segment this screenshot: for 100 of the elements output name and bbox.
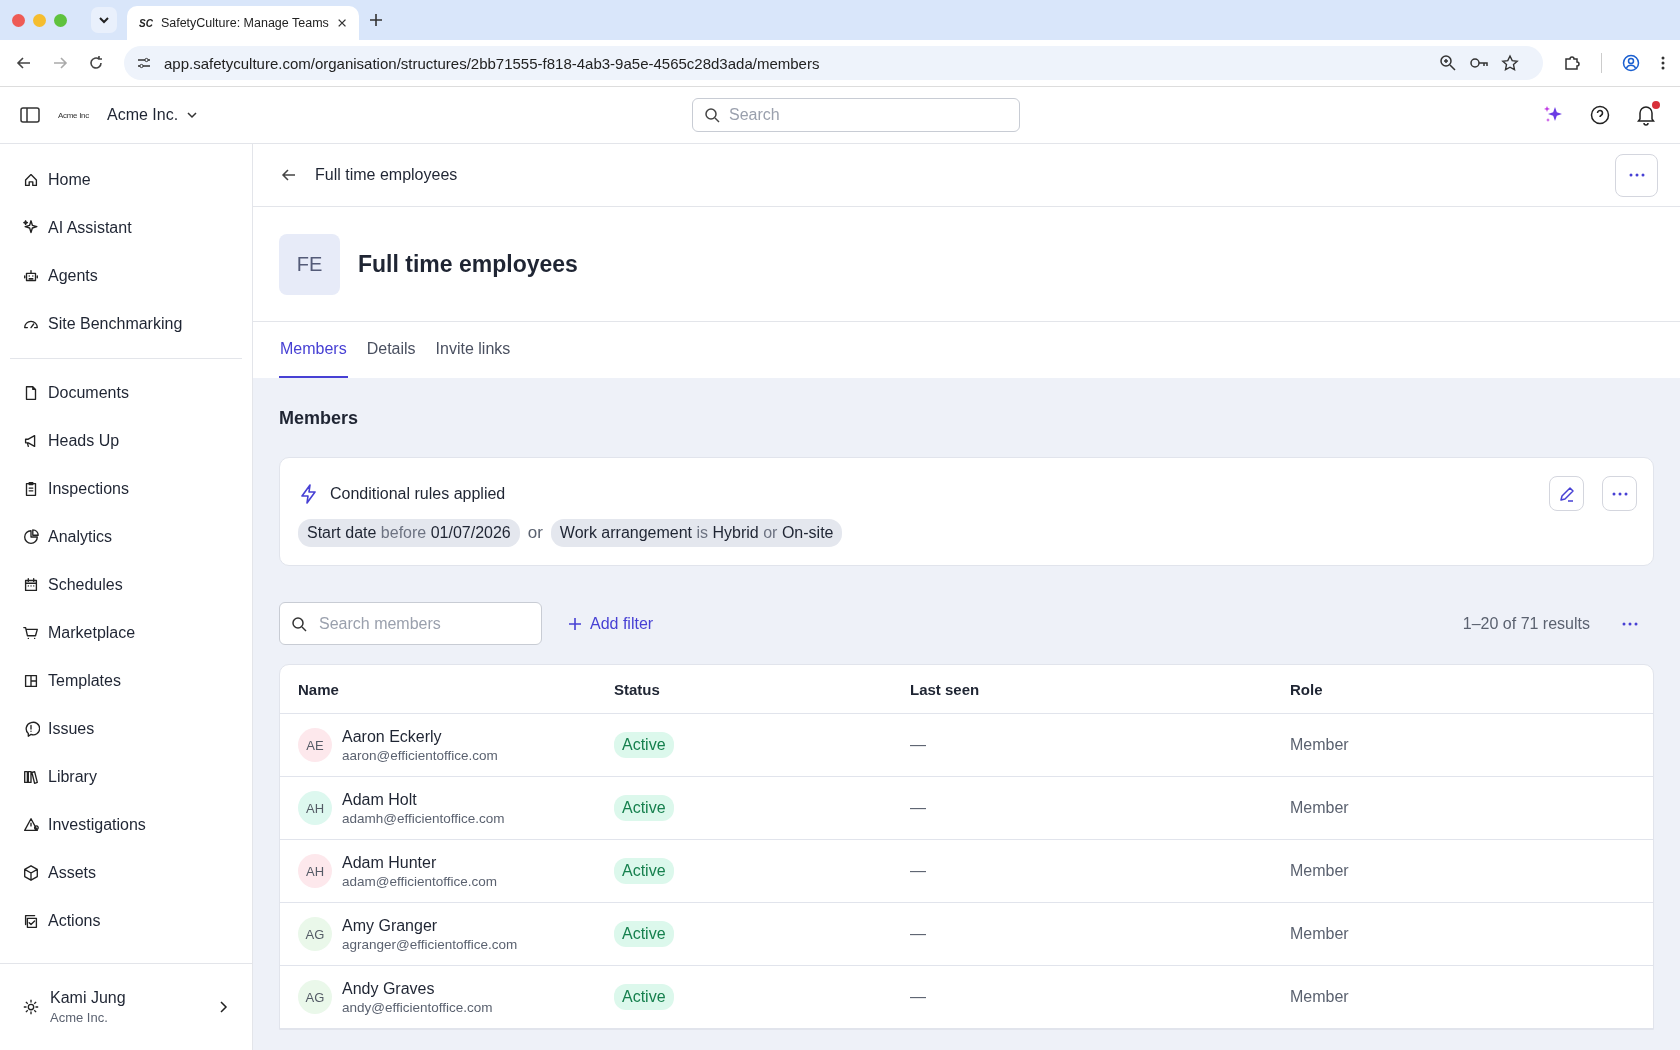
nav-item[interactable]: Analytics [10, 513, 242, 561]
profile-icon[interactable] [1622, 54, 1640, 72]
nav-item[interactable]: Home [10, 156, 242, 204]
table-row[interactable]: AG Andy Graves andy@efficientoffice.com Active — Member [280, 966, 1653, 1029]
nav-item[interactable]: Templates [10, 657, 242, 705]
close-window-icon[interactable] [12, 13, 25, 27]
avatar: AE [298, 728, 332, 762]
favicon: SC [139, 17, 153, 29]
calendar-icon [22, 576, 40, 594]
rules-title: Conditional rules applied [330, 484, 506, 503]
user-name: Kami Jung [50, 989, 127, 1007]
search-icon [704, 107, 720, 123]
edit-button[interactable] [1549, 476, 1584, 511]
nav-item[interactable]: Library [10, 753, 242, 801]
back-arrow-icon[interactable] [16, 55, 32, 71]
avatar: AH [298, 791, 332, 825]
search-field[interactable]: Search members [279, 602, 542, 645]
joiner-text: or [526, 523, 544, 543]
avatar: AG [298, 917, 332, 951]
column-header: Last seen [910, 680, 981, 698]
puzzle-icon[interactable] [1563, 54, 1581, 72]
bell-icon[interactable] [1636, 104, 1656, 126]
cube-icon [22, 864, 40, 882]
table-row[interactable]: AE Aaron Eckerly aaron@efficientoffice.com Active — Member [280, 714, 1653, 777]
table-row[interactable]: AG Amy Granger agranger@efficientoffice.com Active — Member [280, 903, 1653, 966]
results-count: 1–20 of 71 results [1462, 614, 1590, 633]
rule-chip: Work arrangement is Hybrid or On-site [550, 519, 843, 547]
rule-chip: Start date before 01/07/2026 [298, 519, 520, 547]
nav-item[interactable]: Inspections [10, 465, 242, 513]
status-badge: Active [614, 984, 674, 1010]
nav-item[interactable]: Documents [10, 369, 242, 417]
last-seen-text: — [910, 799, 926, 817]
browser-menu-icon[interactable] [1660, 54, 1666, 72]
plus-icon [568, 616, 582, 631]
address-bar[interactable]: app.safetyculture.com/organisation/structures/2bb71555-f818-4ab3-9a5e-4565c28d3ada/members [124, 46, 1543, 80]
table-row[interactable]: AH Adam Hunter adam@efficientoffice.com Active — Member [280, 840, 1653, 903]
nav-item[interactable]: Agents [10, 252, 242, 300]
tab[interactable]: Details [365, 322, 417, 378]
layout-icon [22, 672, 40, 690]
avatar: AH [298, 854, 332, 888]
page-title: Full time employees [358, 250, 578, 278]
tab-list-button[interactable] [91, 7, 117, 33]
nav-item[interactable]: Actions [10, 897, 242, 945]
user-menu[interactable]: Kami Jung Acme Inc. [0, 963, 252, 1050]
column-header: Name [298, 680, 340, 698]
section-title: Members [279, 408, 360, 429]
books-icon [22, 768, 40, 786]
nav-item[interactable]: Heads Up [10, 417, 242, 465]
member-email: adam@efficientoffice.com [342, 873, 498, 889]
breadcrumb: Full time employees [315, 166, 458, 184]
role-text: Member [1290, 925, 1349, 943]
sidebar-toggle-icon[interactable] [20, 106, 40, 124]
url-text: app.safetyculture.com/organisation/structures/2bb71555-f818-4ab3-9a5e-4565c28d3ada/members [164, 54, 820, 72]
browser-tab[interactable]: SC SafetyCulture: Manage Teams [127, 6, 359, 40]
add-filter-button[interactable]: Add filter [568, 614, 654, 633]
column-header: Role [1290, 680, 1324, 698]
status-badge: Active [614, 732, 674, 758]
member-email: agranger@efficientoffice.com [342, 936, 518, 952]
star-icon[interactable] [1501, 54, 1519, 72]
chevron-right-icon [218, 1000, 228, 1014]
nav-item[interactable]: Issues [10, 705, 242, 753]
nav-item[interactable]: AI Assistant [10, 204, 242, 252]
back-arrow-icon[interactable] [281, 167, 297, 183]
role-text: Member [1290, 988, 1349, 1006]
search-icon [291, 615, 307, 632]
last-seen-text: — [910, 862, 926, 880]
nav-item[interactable]: Site Benchmarking [10, 300, 242, 348]
org-switcher[interactable]: Acme Inc. [106, 106, 199, 124]
member-name: Andy Graves [342, 979, 436, 998]
status-badge: Active [614, 795, 674, 821]
more-icon [1622, 621, 1638, 626]
member-name: Aaron Eckerly [342, 727, 443, 746]
zoom-icon[interactable] [1439, 54, 1457, 72]
last-seen-text: — [910, 988, 926, 1006]
search-field[interactable]: Search [692, 98, 1020, 132]
member-name: Adam Hunter [342, 853, 438, 872]
user-org: Acme Inc. [50, 1010, 109, 1025]
close-icon[interactable] [336, 17, 347, 29]
more-icon [1611, 491, 1628, 496]
new-tab-icon[interactable] [369, 13, 383, 27]
member-email: adamh@efficientoffice.com [342, 810, 505, 826]
nav-item[interactable]: Investigations [10, 801, 242, 849]
more-icon [1628, 173, 1645, 177]
table-row[interactable]: AH Adam Holt adamh@efficientoffice.com Active — Member [280, 777, 1653, 840]
chevron-down-icon [186, 109, 199, 121]
help-icon[interactable] [1590, 105, 1610, 125]
org-logo: Acme Inc [58, 110, 89, 120]
nav-item[interactable]: Schedules [10, 561, 242, 609]
nav-item[interactable]: Assets [10, 849, 242, 897]
nav-item[interactable]: Marketplace [10, 609, 242, 657]
member-email: aaron@efficientoffice.com [342, 747, 498, 763]
avatar: AG [298, 980, 332, 1014]
tab[interactable]: Invite links [434, 322, 512, 378]
column-header: Status [614, 680, 661, 698]
tab-title: SafetyCulture: Manage Teams [160, 16, 329, 30]
role-text: Member [1290, 736, 1349, 754]
site-settings-icon[interactable] [136, 55, 152, 71]
status-badge: Active [614, 858, 674, 884]
check-icon [22, 912, 40, 930]
reload-icon[interactable] [88, 55, 104, 71]
